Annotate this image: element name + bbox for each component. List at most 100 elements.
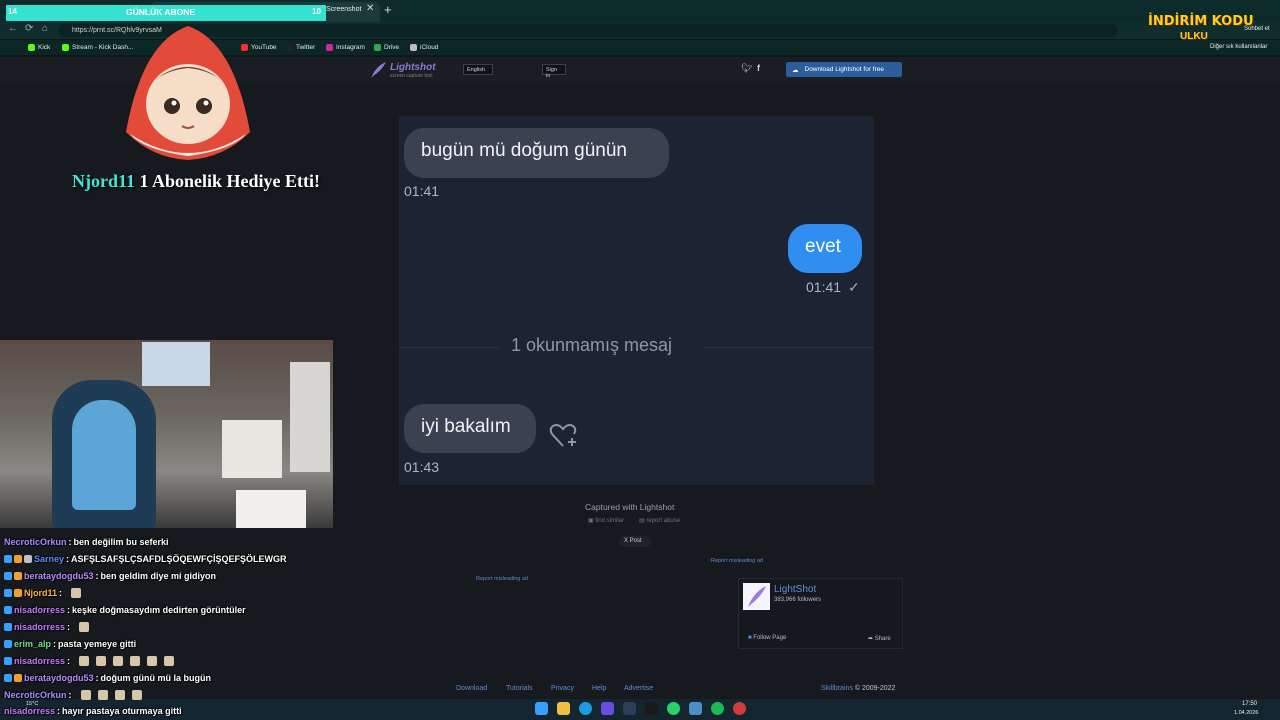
chat-text: doğum günü mü la bugün (100, 673, 212, 683)
report-ad-link[interactable]: Report misleading ad (476, 576, 528, 582)
chat-emote-icon (96, 656, 107, 666)
footer-link-privacy[interactable]: Privacy (551, 685, 574, 692)
chat-badge-icon (4, 606, 12, 614)
chat-separator: : (53, 639, 57, 649)
bookmark-instagram[interactable]: Instagram (326, 44, 365, 51)
chat-separator: : (67, 605, 71, 615)
chat-text: keşke doğmasaydım dedirten görüntüler (72, 605, 246, 615)
message-time: 01:41 (806, 279, 842, 295)
chat-username[interactable]: nisadorress (14, 656, 65, 666)
sub-goal-title: GÜNLÜK ABONE (126, 7, 196, 17)
sub-goal-current: 14 (8, 7, 17, 16)
share-button[interactable]: ➦ Share (868, 635, 891, 642)
spotify-icon[interactable] (711, 702, 724, 715)
chat-username[interactable]: NecroticOrkun (4, 690, 67, 700)
report-abuse-link[interactable]: ▤ report abuse (639, 517, 680, 524)
chat-emote-icon (131, 690, 142, 700)
chat-badge-icon (4, 640, 12, 648)
table (236, 490, 306, 528)
whatsapp-icon[interactable] (667, 702, 680, 715)
footer-link-tutorials[interactable]: Tutorials (506, 685, 533, 692)
shelf (290, 362, 330, 472)
chat-badge-icon (4, 674, 12, 682)
chat-badge-icon (4, 657, 12, 665)
chat-username[interactable]: NecroticOrkun (4, 537, 67, 547)
chat-badge-icon (14, 674, 22, 682)
chat-separator: : (67, 622, 71, 632)
lightshot-logo[interactable]: Lightshot (390, 62, 436, 73)
widget-page-name[interactable]: LightShot (774, 584, 816, 595)
file-explorer-icon[interactable] (557, 702, 570, 715)
chat-emote-icon (147, 656, 158, 666)
incoming-message: iyi bakalım (404, 404, 536, 453)
download-button[interactable]: ☁ Download Lightshot for free (786, 62, 902, 77)
report-ad-link[interactable]: Report misleading ad (711, 558, 763, 564)
x-post-button[interactable]: X Post (619, 536, 651, 547)
chat-text: ben değilim bu seferki (73, 537, 169, 547)
record-app-icon[interactable] (733, 702, 746, 715)
home-icon[interactable]: ⌂ (42, 23, 48, 34)
chat-separator: : (59, 588, 63, 598)
bookmark-icloud[interactable]: iCloud (410, 44, 438, 51)
app-icon[interactable] (689, 702, 702, 715)
chat-separator: : (95, 571, 99, 581)
chat-emote-icon (71, 588, 82, 598)
chat-separator: : (68, 537, 72, 547)
lightshot-tagline: screen capture tool (390, 73, 433, 79)
chat-emote-icon (97, 690, 108, 700)
copyright: Skillbrains © 2009-2022 (821, 685, 896, 692)
chat-badge-icon (4, 572, 12, 580)
unread-separator: 1 okunmamış mesaj (511, 335, 673, 355)
chat-separator: : (57, 706, 61, 716)
chat-username[interactable]: erim_alp (14, 639, 51, 649)
gift-sub-alert: Njord11 1 Abonelik Hediye Etti! (72, 171, 321, 191)
back-icon[interactable]: ← (8, 23, 18, 34)
chat-username[interactable]: nisadorress (14, 605, 65, 615)
clock-date[interactable]: 1.04.2026 (1234, 710, 1258, 716)
chat-username[interactable]: nisadorress (14, 622, 65, 632)
bookmark-kick[interactable]: Kick (28, 44, 50, 51)
sign-in-button[interactable]: Sign in (542, 64, 566, 79)
chat-text: hayır pastaya oturmaya gitti (62, 706, 182, 716)
refresh-icon[interactable]: ⟳ (25, 23, 33, 34)
chat-username[interactable]: nisadorress (4, 706, 55, 716)
footer-link-help[interactable]: Help (592, 685, 606, 692)
language-select[interactable]: English (463, 64, 493, 75)
facebook-icon[interactable]: f (757, 63, 760, 73)
lightshot-logo-icon (743, 583, 770, 610)
divider (704, 347, 874, 348)
discord-icon[interactable] (601, 702, 614, 715)
footer-link-download[interactable]: Download (456, 685, 487, 692)
footer-link-advertise[interactable]: Advertise (624, 685, 653, 692)
follow-page-button[interactable]: ■ Follow Page (748, 635, 786, 641)
message-time: 01:43 (404, 459, 440, 475)
widget-followers: 383,966 followers (774, 597, 822, 603)
bookmark-drive[interactable]: Drive (374, 44, 399, 51)
chat-badge-icon (14, 589, 22, 597)
chat-badge-icon (14, 555, 22, 563)
new-tab-button[interactable]: + (384, 2, 392, 17)
chat-text: pasta yemeye gitti (58, 639, 137, 649)
edge-icon[interactable] (579, 702, 592, 715)
chat-message: nisadorress : keşke doğmasaydım dedirten… (4, 605, 246, 615)
clock-time[interactable]: 17:50 (1242, 701, 1257, 707)
sub-goal-target: 10 (312, 7, 321, 16)
chat-username[interactable]: berataydogdu53 (24, 673, 94, 683)
bookmark-twitter[interactable]: Twitter (286, 44, 315, 51)
chat-message: erim_alp : pasta yemeye gitti (4, 639, 136, 649)
chat-badge-icon (4, 555, 12, 563)
mascot-alert-image (126, 26, 250, 160)
chat-emote-icon (130, 656, 141, 666)
other-bookmarks[interactable]: Diğer sık kullanılanlar (1210, 44, 1267, 50)
twitter-icon[interactable]: 🐦︎ (741, 63, 752, 74)
close-tab-icon[interactable]: ✕ (366, 3, 374, 14)
steam-icon[interactable] (623, 702, 636, 715)
chat-username[interactable]: Njord11 (24, 588, 57, 598)
terminal-icon[interactable] (645, 702, 658, 715)
chat-username[interactable]: berataydogdu53 (24, 571, 94, 581)
find-similar-link[interactable]: ▣ find similar (588, 517, 624, 524)
chat-username[interactable]: Sarney (34, 554, 64, 564)
start-icon[interactable] (535, 702, 548, 715)
chat-message: Sarney : ASFŞLSAFŞLÇSAFDLŞÖQEWFÇİŞQEFŞÖL… (4, 554, 287, 564)
chat-text: ben geldim diye mi gidiyon (100, 571, 217, 581)
